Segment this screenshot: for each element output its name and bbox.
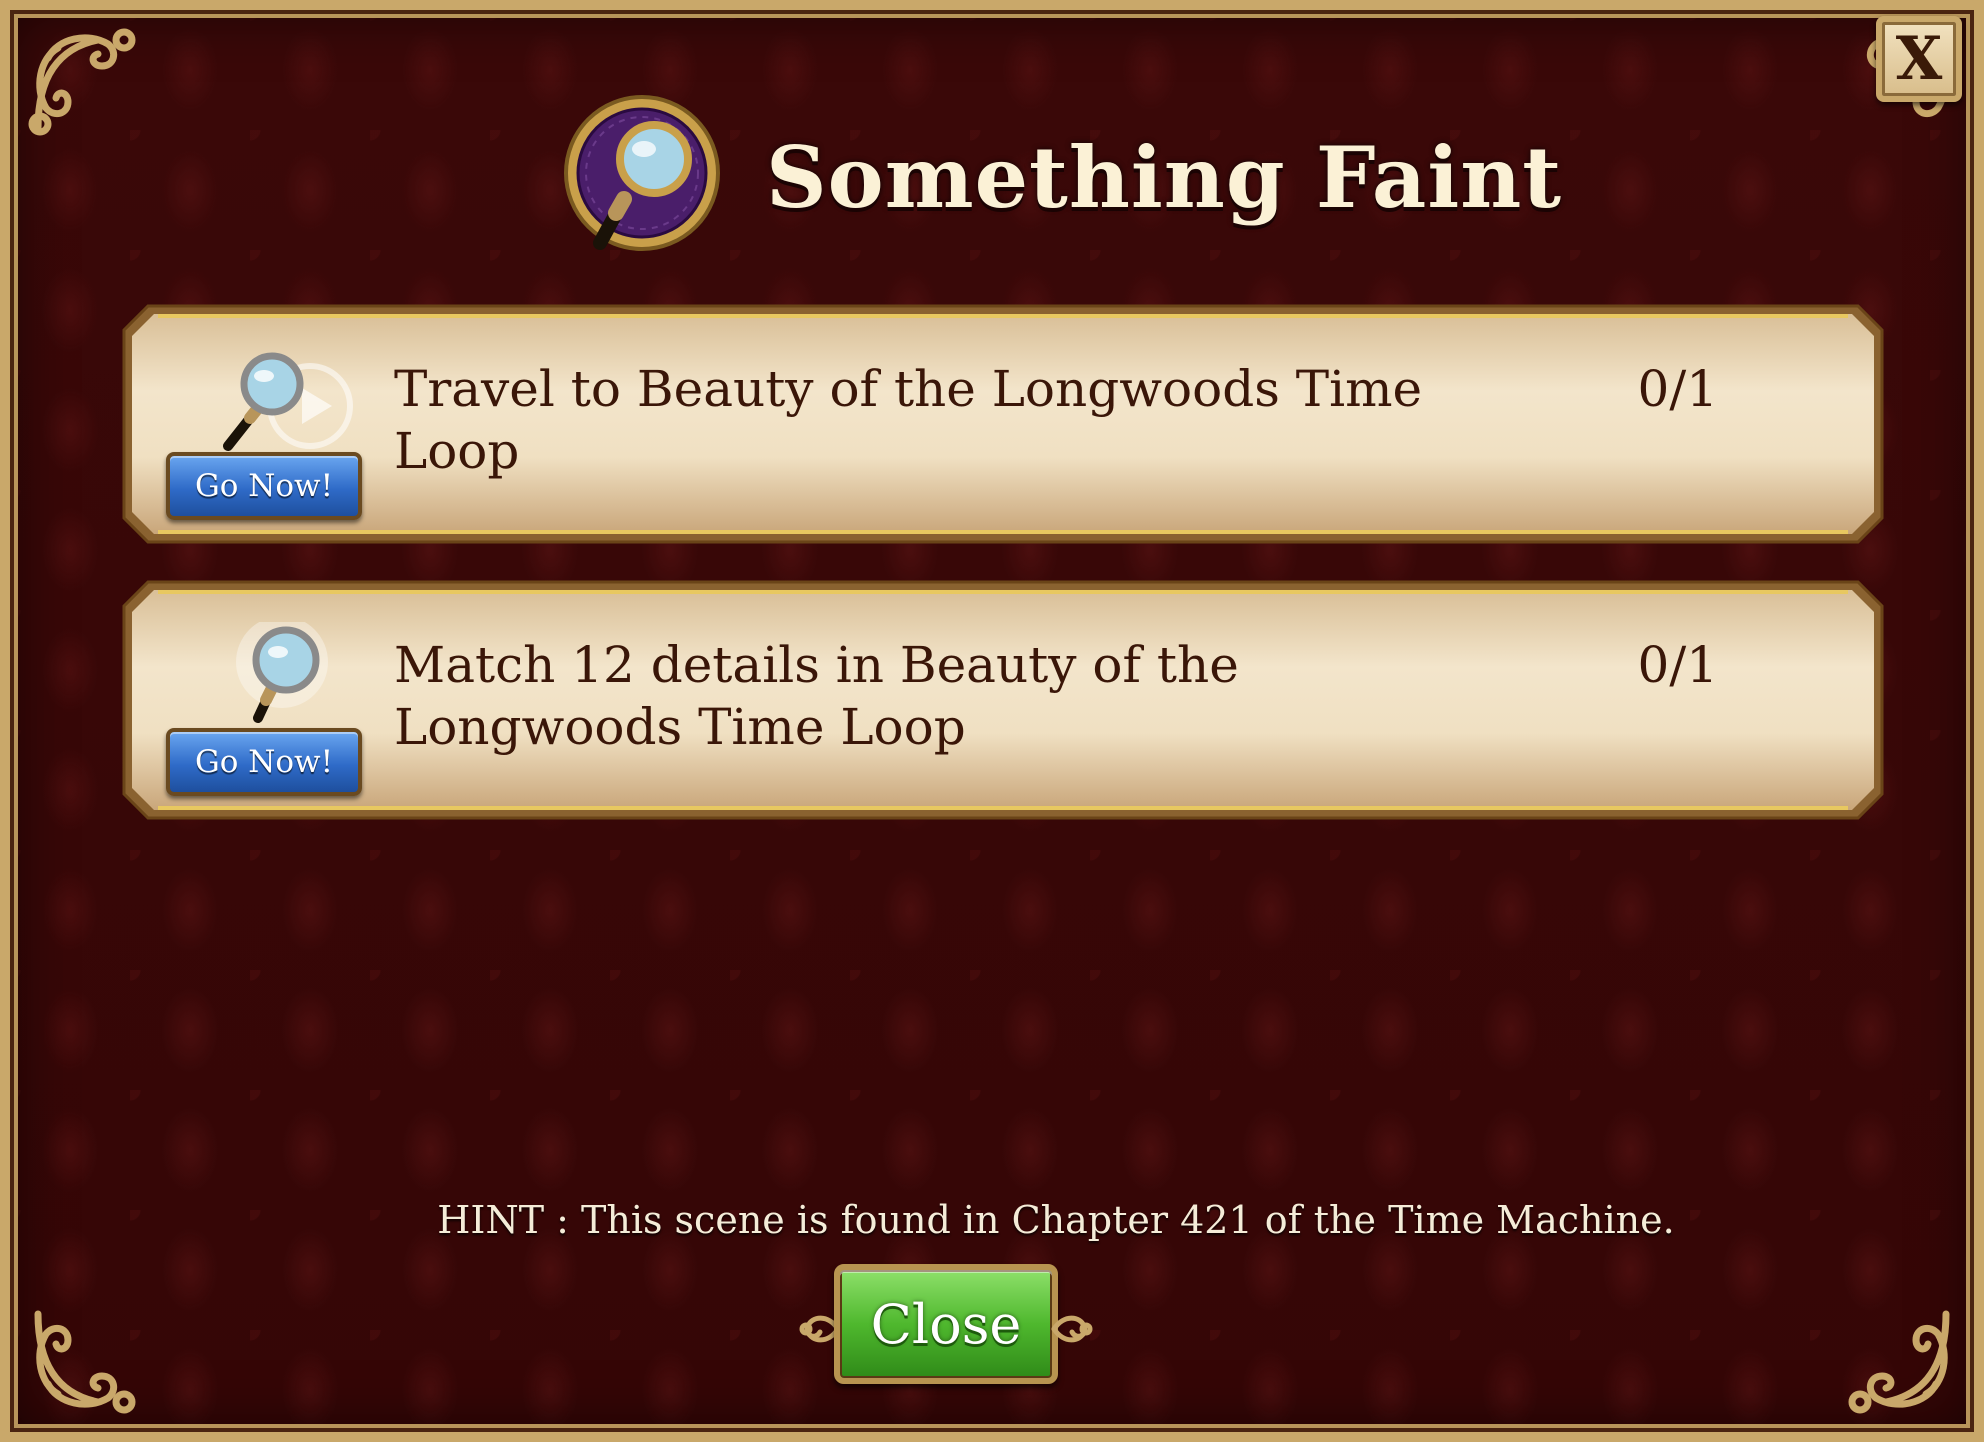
close-button[interactable]: Close (834, 1264, 1058, 1384)
corner-ornament-icon (1848, 1310, 1950, 1414)
close-button-group: Close (798, 1264, 1094, 1388)
close-label: Close (870, 1292, 1022, 1356)
task-progress: 0/1 (1637, 636, 1718, 694)
go-now-label: Go Now! (194, 744, 334, 780)
go-now-label: Go Now! (194, 468, 334, 504)
close-x-label: X (1895, 24, 1943, 94)
corner-ornament-icon (28, 28, 136, 136)
dialog-header: Something Faint (558, 92, 1562, 262)
go-now-button[interactable]: Go Now! (166, 728, 362, 796)
corner-ornament-icon (34, 1310, 136, 1414)
magnifying-glass-sparkle-icon (236, 622, 328, 723)
dialog-title: Something Faint (766, 127, 1563, 227)
hint-text: HINT : This scene is found in Chapter 42… (437, 1198, 1675, 1242)
go-now-button[interactable]: Go Now! (166, 452, 362, 520)
task-description: Match 12 details in Beauty of the Longwo… (394, 636, 1239, 756)
task-row: Go Now! Match 12 details in Beauty of th… (118, 576, 1888, 824)
close-x-button[interactable]: X (1876, 16, 1962, 102)
magnifying-glass-play-icon (223, 352, 353, 451)
quest-dialog: X Something Faint Go Now! Travel to Beau… (0, 0, 1984, 1442)
task-progress: 0/1 (1637, 360, 1718, 418)
task-description: Travel to Beauty of the Longwoods Time L… (394, 360, 1423, 480)
task-row: Go Now! Travel to Beauty of the Longwood… (118, 300, 1888, 548)
magnifying-glass-icon (564, 95, 720, 251)
flourish-icon (1051, 1315, 1093, 1343)
